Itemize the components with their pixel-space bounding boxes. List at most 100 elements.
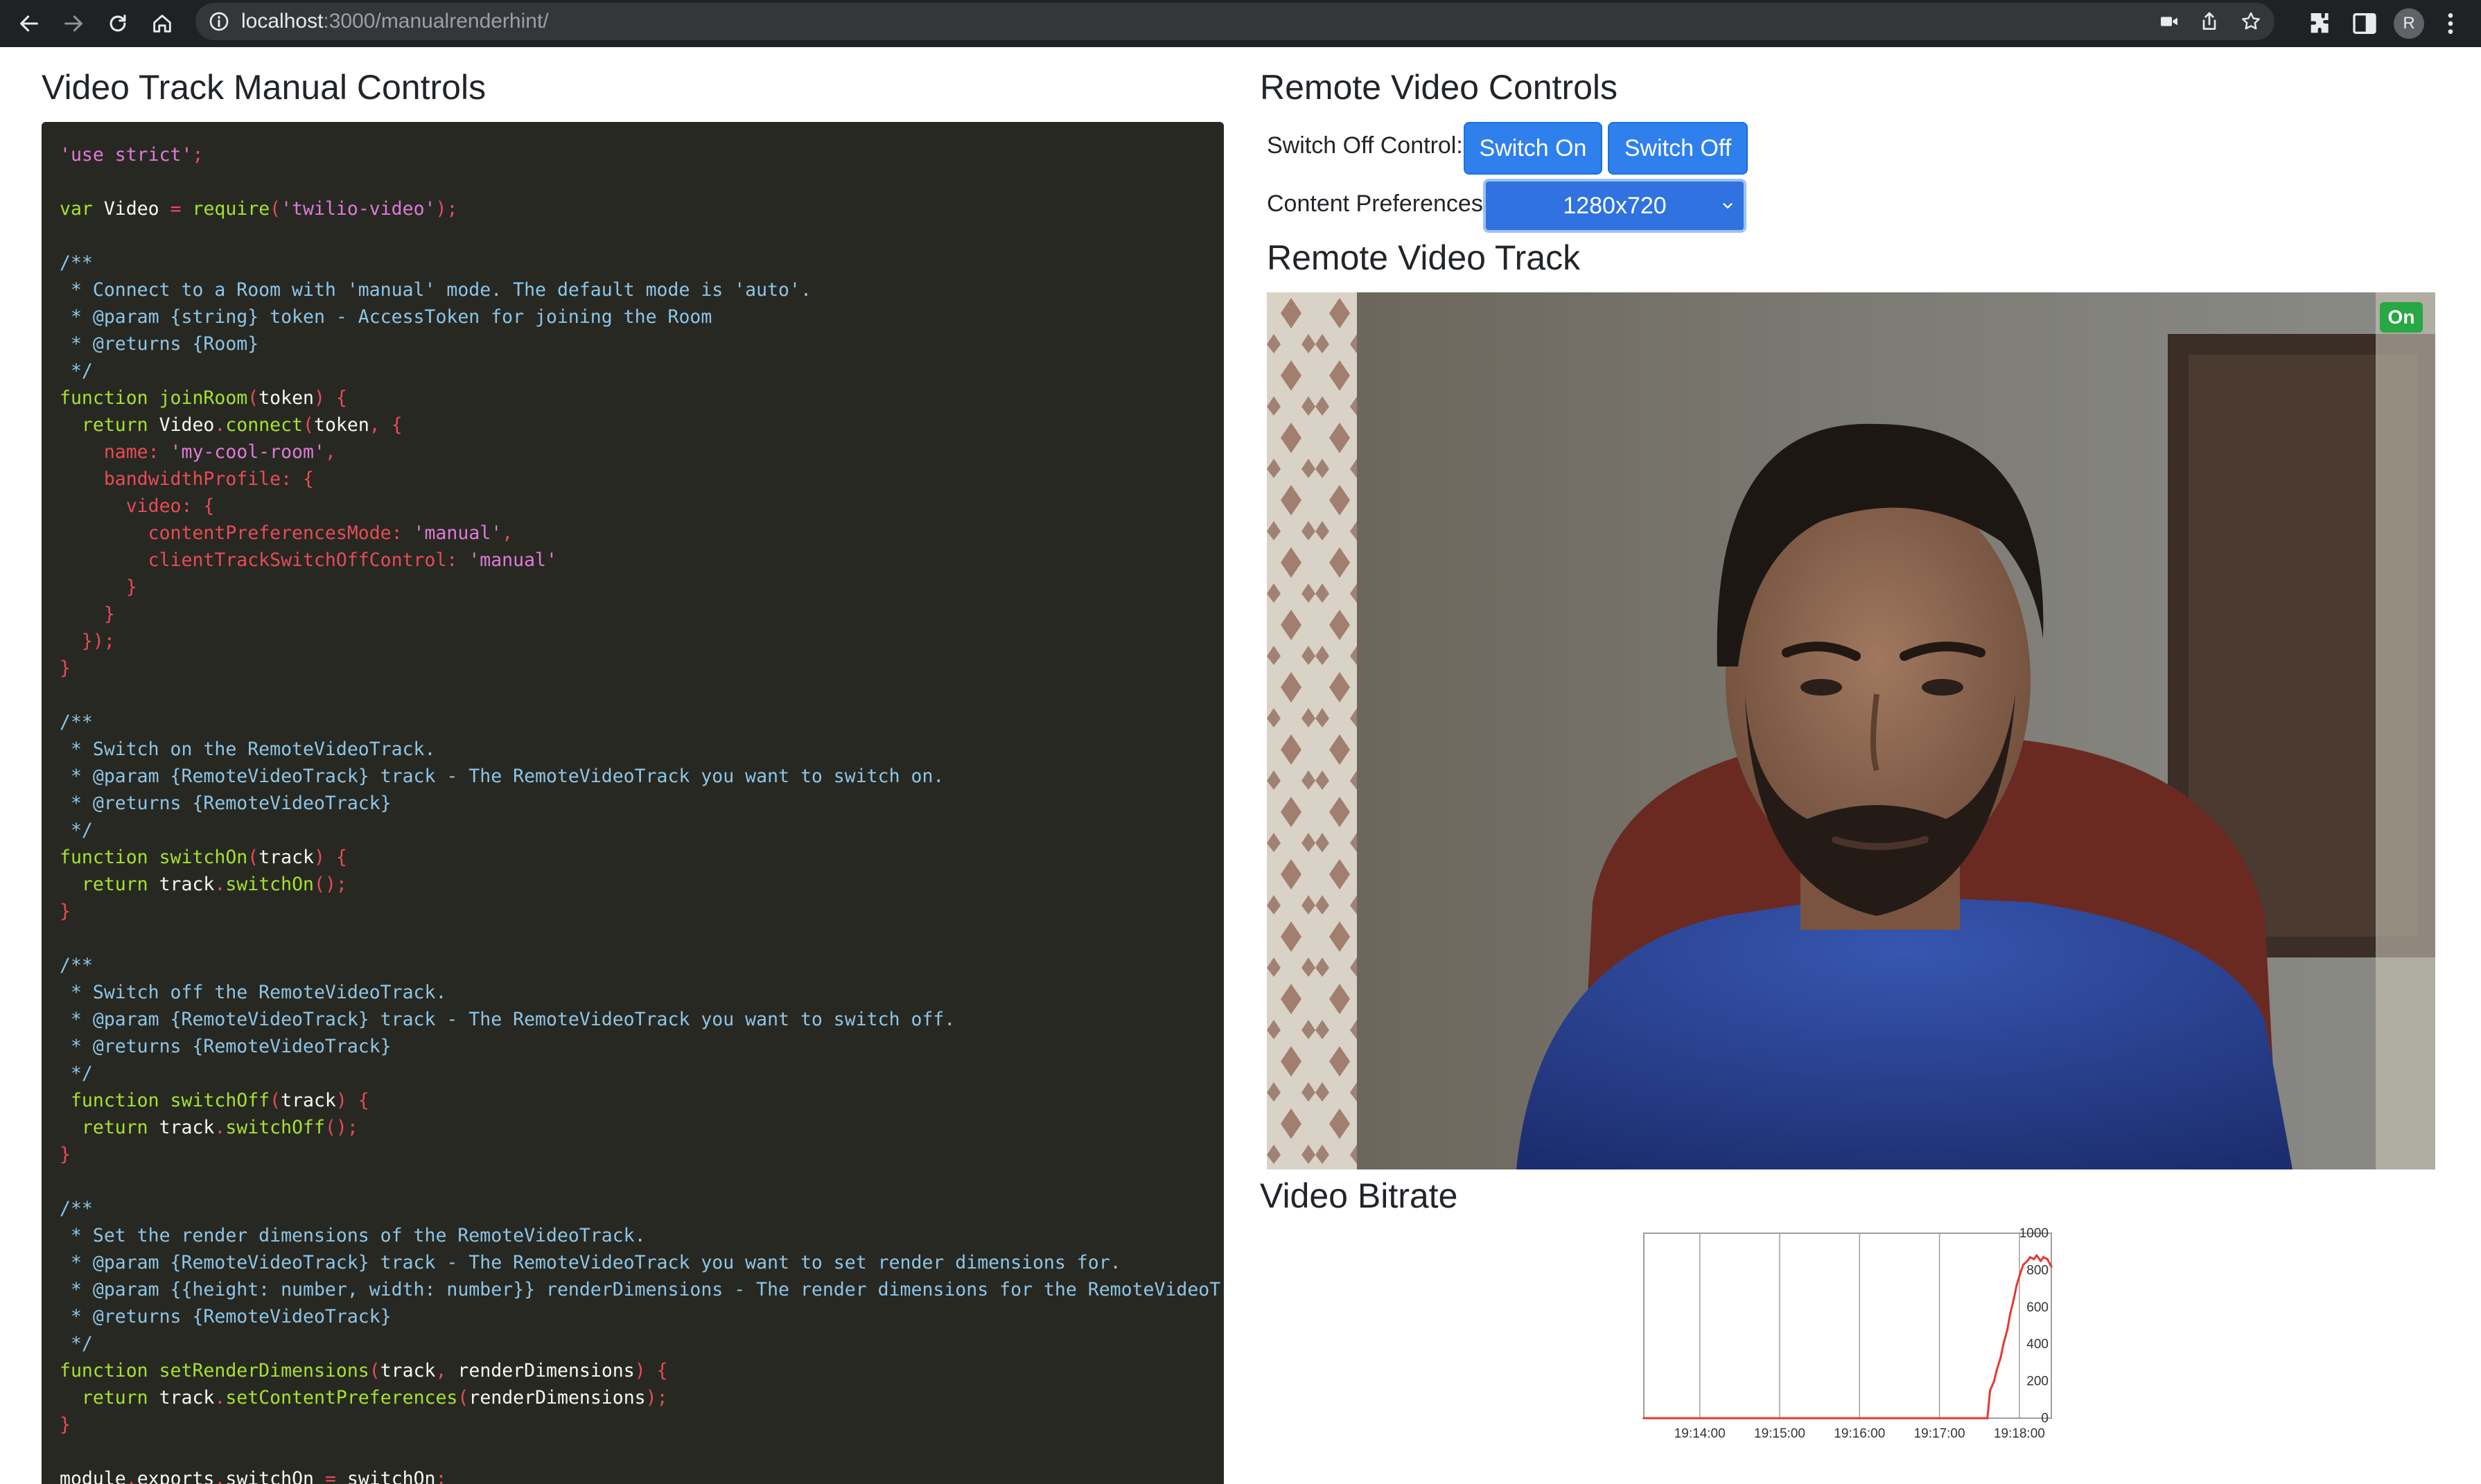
code-token: return (60, 874, 159, 895)
code-token: renderDimensions (457, 1360, 635, 1381)
x-tick-label: 19:16:00 (1834, 1426, 1885, 1441)
code-token: (); (324, 1117, 358, 1138)
data-point (2026, 1260, 2029, 1262)
x-tick-label: 19:14:00 (1674, 1426, 1726, 1441)
code-token: function (60, 1360, 159, 1381)
code-line: function joinRoom(token) { (60, 385, 1224, 412)
code-line: * @param {{height: number, width: number… (60, 1276, 1224, 1303)
code-token: = (170, 198, 193, 220)
code-token: . (214, 1387, 226, 1408)
profile-avatar[interactable]: R (2394, 8, 2424, 39)
code-token: * @returns {RemoteVideoTrack} (60, 793, 392, 814)
code-token: joinRoom (159, 387, 248, 409)
code-token: name: (60, 441, 170, 463)
code-token: /** (60, 252, 93, 274)
code-token: switchOn (347, 1468, 436, 1484)
code-token: bandwidthProfile: { (60, 468, 314, 490)
code-token: * @returns {Room} (60, 333, 259, 355)
data-point (2002, 1343, 2005, 1345)
code-line: return Video.connect(token, { (60, 412, 1224, 439)
video-frame-image (1267, 292, 2435, 1169)
code-block: 'use strict'; var Video = require('twili… (42, 122, 1224, 1484)
code-token: */ (60, 820, 93, 841)
content-preferences-value: 1280x720 (1563, 192, 1667, 219)
code-token: /** (60, 1198, 93, 1219)
extensions-icon[interactable] (2306, 10, 2334, 37)
code-token: */ (60, 1333, 93, 1354)
code-token: ); (645, 1387, 668, 1408)
code-token: } (60, 603, 115, 625)
code-token: , (324, 441, 336, 463)
code-token: , (502, 522, 514, 544)
code-token: ( (247, 847, 259, 868)
camera-icon[interactable] (2158, 10, 2180, 33)
code-token: module (60, 1468, 126, 1484)
code-line: 'use strict'; (60, 141, 1224, 168)
remote-video[interactable] (1267, 292, 2435, 1169)
code-token: * @param {RemoteVideoTrack} track - The … (60, 1009, 956, 1030)
address-bar[interactable]: localhost:3000/manualrenderhint/ (195, 3, 2274, 40)
code-token: . (214, 414, 226, 436)
data-point (1642, 1417, 1645, 1420)
code-token: renderDimensions (468, 1387, 646, 1408)
switch-off-button[interactable]: Switch Off (1608, 122, 1748, 175)
code-token: * Set the render dimensions of the Remot… (60, 1225, 646, 1246)
code-token: return (60, 1117, 159, 1138)
share-icon[interactable] (2198, 10, 2220, 33)
code-line: * Connect to a Room with 'manual' mode. … (60, 276, 1224, 303)
reload-icon[interactable] (97, 3, 139, 44)
code-token: ( (303, 414, 314, 436)
code-token: } (60, 657, 71, 679)
browser-toolbar: localhost:3000/manualrenderhint/ R (0, 0, 2481, 47)
code-line: */ (60, 1060, 1224, 1087)
code-token: . (214, 1117, 226, 1138)
code-token: } (60, 1144, 71, 1165)
code-line: * Switch on the RemoteVideoTrack. (60, 736, 1224, 763)
code-token: */ (60, 1063, 93, 1084)
code-line: } (60, 601, 1224, 628)
code-line: name: 'my-cool-room', (60, 439, 1224, 466)
code-token: switchOn (159, 847, 248, 868)
code-token: track (281, 1090, 336, 1111)
code-line: } (60, 898, 1224, 925)
content-preferences-select[interactable]: 1280x720 (1483, 179, 1746, 233)
data-point (1858, 1417, 1861, 1420)
code-line: var Video = require('twilio-video'); (60, 195, 1224, 222)
code-token: ; (435, 1468, 447, 1484)
back-icon[interactable] (8, 3, 50, 44)
code-token: ) { (313, 847, 347, 868)
code-line: } (60, 574, 1224, 601)
x-tick-label: 19:15:00 (1754, 1426, 1805, 1441)
side-panel-icon[interactable] (2351, 10, 2378, 37)
code-token: * Switch on the RemoteVideoTrack. (60, 739, 436, 760)
code-line: * @returns {RemoteVideoTrack} (60, 1033, 1224, 1060)
code-line: } (60, 655, 1224, 682)
more-menu-icon[interactable] (2437, 10, 2464, 37)
switch-on-button[interactable]: Switch On (1464, 122, 1602, 175)
status-badge: On (2380, 302, 2423, 333)
y-tick-label: 400 (2026, 1337, 2049, 1352)
code-token: ) { (335, 1090, 369, 1111)
forward-icon[interactable] (53, 3, 94, 44)
code-line: return track.switchOff(); (60, 1114, 1224, 1141)
data-point (2046, 1257, 2049, 1260)
code-token: contentPreferencesMode: (60, 522, 414, 544)
code-token: 'manual' (468, 549, 557, 571)
code-line: return track.setContentPreferences(rende… (60, 1384, 1224, 1411)
url-text[interactable]: localhost:3000/manualrenderhint/ (241, 10, 549, 33)
code-token: = (324, 1468, 347, 1484)
data-point (2022, 1263, 2025, 1266)
code-token: return (60, 414, 159, 436)
data-point (2015, 1284, 2018, 1287)
data-point (2006, 1328, 2009, 1331)
code-token: , (435, 1360, 458, 1381)
x-tick-label: 19:17:00 (1914, 1426, 1965, 1441)
bookmark-star-icon[interactable] (2240, 10, 2262, 33)
data-point (1999, 1356, 2002, 1359)
x-tick-label: 19:18:00 (1994, 1426, 2045, 1441)
home-icon[interactable] (141, 3, 183, 44)
info-icon[interactable] (208, 10, 230, 33)
